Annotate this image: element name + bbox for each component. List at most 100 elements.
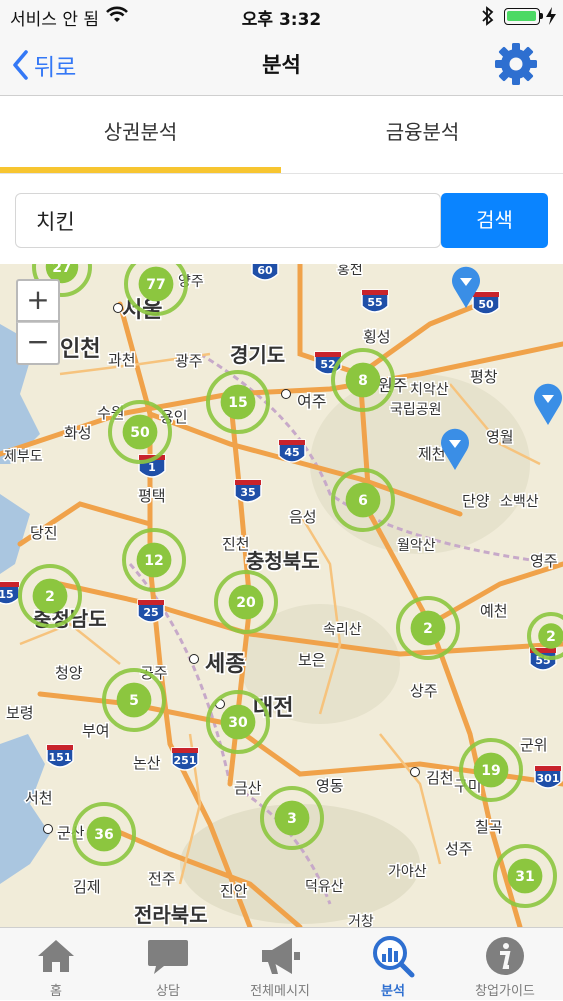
navigation-bar: 뒤로 분석: [0, 32, 563, 96]
map-place-label: 여주: [297, 392, 326, 411]
map-canvas: 서울인천 과천 광주 경기도여주원주 치악산국립공원평창영월제천수원 용인화성제부도평택당…: [0, 264, 563, 927]
clock: 오후 3:32: [241, 10, 322, 30]
svg-text:251: 251: [174, 754, 197, 767]
cluster-marker[interactable]: 15: [206, 370, 270, 434]
map-place-label: 국립공원: [390, 402, 442, 418]
cluster-count: 36: [94, 827, 113, 843]
road-shield: 55: [361, 289, 389, 313]
info-icon: [486, 937, 524, 975]
map-place-label: 가야산: [388, 864, 427, 880]
svg-text:301: 301: [537, 772, 560, 785]
cluster-count: 12: [144, 553, 163, 569]
megaphone-icon: [262, 938, 300, 974]
map-view[interactable]: 서울 인천 과천 광주 경기도 여주 원주 치악산 국립공원 평창 영월 제천 수원 용인 화성 제부도 평택 당…: [0, 264, 563, 927]
map-place-label: 충청북도: [246, 549, 320, 573]
city-dot: [189, 654, 199, 664]
bottom-tab-bar: 홈 상담 전체메시지 분석 창업가이드: [0, 927, 563, 1000]
map-place-label: 상주: [410, 682, 438, 700]
map-place-label: 김제: [73, 878, 101, 896]
svg-text:1: 1: [148, 461, 156, 474]
map-place-label: 성주: [445, 840, 473, 858]
tabbar-item-home[interactable]: 홈: [0, 928, 112, 1001]
location-pin-icon[interactable]: [534, 383, 563, 425]
map-place-label: 예천: [480, 602, 508, 620]
city-dot: [43, 824, 53, 834]
map-place-label: 양주: [178, 274, 204, 290]
road-shield: 45: [278, 439, 306, 463]
home-icon: [38, 940, 74, 972]
tabbar-item-analysis[interactable]: 분석: [337, 928, 449, 1001]
zoom-out-button[interactable]: −: [16, 322, 60, 365]
page-title: 분석: [262, 53, 301, 77]
battery-icon: [504, 8, 543, 25]
map-place-label: 김천: [426, 769, 454, 787]
map-place-label: 보령: [6, 704, 34, 722]
map-place-label: 군산: [57, 824, 85, 842]
tabbar-label: 전체메시지: [250, 984, 310, 999]
map-place-label: 세종: [205, 652, 245, 677]
tab-financial-analysis[interactable]: 금융분석: [282, 97, 563, 173]
map-place-label: 경기도: [230, 343, 285, 367]
map-place-label: 서천: [25, 789, 53, 807]
svg-text:15: 15: [0, 588, 14, 601]
bluetooth-icon: [481, 5, 495, 31]
map-place-label: 군위: [520, 736, 548, 754]
analysis-search-icon: [373, 936, 415, 978]
status-bar: 서비스 안 됨 오후 3:32: [0, 0, 563, 32]
map-place-label: 금산: [234, 779, 262, 797]
map-place-label: 보은: [298, 651, 326, 669]
tabbar-item-consult[interactable]: 상담: [112, 928, 224, 1001]
chat-bubble-icon: [148, 940, 188, 974]
map-place-label: 홍천: [337, 264, 363, 278]
cluster-count: 20: [236, 595, 256, 611]
map-place-label: 속리산: [323, 622, 362, 638]
map-place-label: 횡성: [363, 328, 391, 346]
road-shield: 35: [234, 479, 262, 503]
map-place-label: 제부도: [4, 449, 43, 465]
gear-icon: [495, 43, 537, 85]
settings-button[interactable]: [494, 42, 538, 90]
tabbar-item-all-messages[interactable]: 전체메시지: [224, 928, 336, 1001]
search-input[interactable]: [15, 193, 441, 248]
map-place-label: 소백산: [500, 494, 539, 510]
map-place-label: 월악산: [397, 538, 436, 554]
map-place-label: 논산: [133, 754, 161, 772]
cluster-count: 77: [146, 277, 165, 293]
map-place-label: 거창: [348, 914, 374, 927]
zoom-in-button[interactable]: +: [16, 279, 60, 322]
search-button[interactable]: 검색: [441, 193, 548, 248]
cluster-count: 6: [358, 493, 368, 509]
cluster-count: 8: [358, 373, 368, 389]
map-place-label: 평택: [138, 487, 166, 505]
cluster-count: 5: [129, 693, 139, 709]
cluster-count: 15: [228, 395, 247, 411]
cluster-count: 31: [515, 869, 534, 885]
map-place-label: 음성: [289, 508, 317, 526]
cluster-count: 30: [228, 715, 248, 731]
svg-text:35: 35: [240, 486, 255, 499]
tab-commercial-analysis[interactable]: 상권분석: [0, 97, 281, 173]
road-shield: 151: [46, 744, 74, 768]
map-place-label: 단양: [462, 492, 490, 510]
tabbar-item-startup-guide[interactable]: 창업가이드: [449, 928, 561, 1001]
sea-area: [0, 494, 30, 574]
city-dot: [410, 767, 420, 777]
map-place-label: 부여: [82, 722, 110, 740]
cluster-marker[interactable]: 2: [396, 596, 460, 660]
road-shield: 25: [137, 599, 165, 623]
charging-icon: [545, 6, 557, 30]
cluster-count: 19: [481, 763, 500, 779]
road-shield: 50: [472, 291, 500, 315]
sea-area: [0, 734, 50, 884]
road-shield: 15: [0, 581, 20, 605]
tabbar-label: 홈: [50, 984, 62, 999]
city-dot: [113, 303, 123, 313]
svg-text:25: 25: [143, 606, 158, 619]
map-place-label: 영동: [316, 777, 344, 795]
map-place-label: 칠곡: [475, 818, 503, 836]
road-shield: 251: [171, 747, 199, 771]
map-place-label: 영월: [486, 428, 514, 446]
map-place-label: 진안: [220, 882, 248, 900]
map-place-label: 당진: [30, 524, 58, 542]
map-place-label: 덕유산: [305, 879, 344, 895]
